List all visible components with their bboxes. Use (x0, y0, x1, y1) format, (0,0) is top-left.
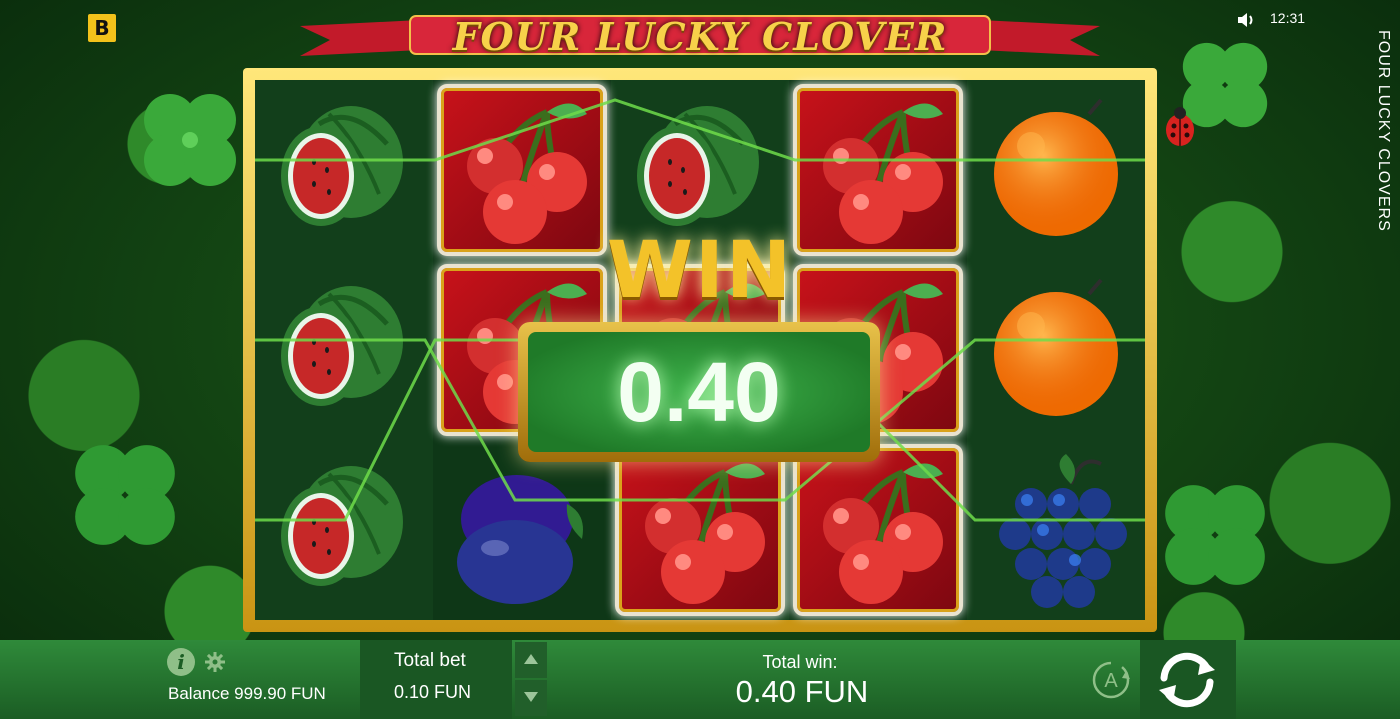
info-icon[interactable]: i (167, 648, 195, 676)
clover-decoration-icon (144, 94, 236, 186)
win-title: WIN (606, 226, 794, 316)
balance-text: Balance 999.90 FUN (168, 684, 326, 703)
bet-increase-button[interactable] (515, 642, 547, 678)
win-amount-inner: 0.40 (528, 332, 870, 452)
total-win-value: 0.40 FUN (735, 674, 869, 709)
gear-icon[interactable] (205, 652, 225, 672)
autoplay-label: A (1104, 670, 1118, 692)
win-amount-box: 0.40 (518, 322, 880, 462)
clover-decoration-icon (75, 445, 175, 545)
game-stage: B FOUR LUCKY CLOVER 12:31 FOUR LUCKY CLO… (0, 0, 1400, 719)
total-bet-label: Total bet (394, 650, 466, 671)
autoplay-button[interactable]: A (1088, 657, 1134, 703)
arrow-up-icon (524, 654, 538, 664)
bet-decrease-button[interactable] (515, 680, 547, 716)
total-bet-value: 0.10 FUN (394, 682, 472, 702)
win-amount: 0.40 (617, 344, 781, 439)
spin-button[interactable] (1152, 648, 1222, 712)
side-title: FOUR LUCKY CLOVERS (1375, 30, 1392, 232)
clock: 12:31 (1270, 10, 1306, 26)
arrow-down-icon (524, 692, 538, 702)
clover-decoration-icon (1165, 485, 1265, 585)
total-win-label: Total win: (762, 652, 838, 672)
brand-logo: B (88, 14, 116, 42)
ladybug-icon (1166, 107, 1194, 146)
payline (255, 98, 1145, 162)
game-title: FOUR LUCKY CLOVER (452, 14, 948, 59)
title-banner: FOUR LUCKY CLOVER (300, 6, 1100, 64)
sound-icon[interactable] (1236, 10, 1256, 30)
